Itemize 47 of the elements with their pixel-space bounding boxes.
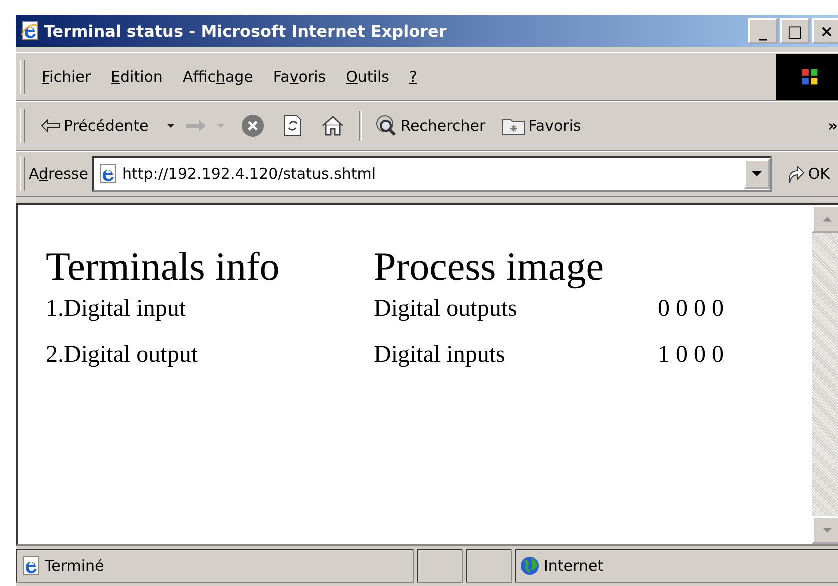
- windows-logo-icon: [776, 54, 838, 100]
- close-button[interactable]: ×: [812, 18, 838, 44]
- favorites-button[interactable]: Favoris: [498, 116, 590, 136]
- dropdown-caret-icon[interactable]: [166, 124, 175, 128]
- down-arrow-icon: [822, 528, 832, 532]
- terminal-item: 1.Digital input: [46, 296, 187, 324]
- menu-item[interactable]: Fichier: [33, 68, 102, 86]
- menu-item[interactable]: Outils: [337, 68, 400, 86]
- home-icon[interactable]: [320, 114, 345, 138]
- menu-item[interactable]: Affichage: [174, 68, 264, 86]
- window-title: Terminal status - Microsoft Internet Explorer: [44, 22, 448, 40]
- scrollbar[interactable]: [812, 205, 838, 544]
- search-button[interactable]: Rechercher: [370, 114, 494, 138]
- more-chevron[interactable]: »: [828, 117, 838, 135]
- back-button[interactable]: Précédente: [37, 117, 157, 135]
- zone-text: Internet: [544, 557, 604, 575]
- signal-value: 1 0 0 0: [658, 342, 724, 370]
- status-pane: [466, 549, 512, 583]
- status-text: Terminé: [45, 557, 104, 575]
- address-label: Adresse: [29, 165, 88, 183]
- scroll-up-button[interactable]: [812, 205, 838, 233]
- curved-arrow-icon: [786, 163, 806, 185]
- minimize-button[interactable]: _: [748, 18, 778, 44]
- stop-icon[interactable]: [240, 114, 265, 138]
- menu-item[interactable]: ?: [400, 68, 428, 86]
- scroll-down-button[interactable]: [812, 516, 838, 544]
- address-field[interactable]: http://192.192.4.120/status.shtml: [92, 156, 772, 192]
- go-button[interactable]: OK: [772, 163, 838, 185]
- maximize-button[interactable]: □: [780, 18, 810, 44]
- search-icon: [374, 114, 398, 138]
- browser-logo-icon: [20, 21, 40, 41]
- signal-value: 0 0 0 0: [658, 296, 724, 324]
- caret-icon: [752, 171, 762, 177]
- menu-item[interactable]: Edition: [102, 68, 174, 86]
- signal-name: Digital outputs: [374, 296, 518, 324]
- terminal-item: 2.Digital output: [46, 342, 199, 370]
- globe-icon: [520, 556, 540, 576]
- page-icon: [98, 164, 118, 184]
- menu-item[interactable]: Favoris: [264, 68, 338, 86]
- section-heading: Process image: [374, 243, 605, 290]
- up-arrow-icon: [822, 216, 832, 222]
- signal-name: Digital inputs: [374, 342, 506, 370]
- back-arrow-icon: [41, 119, 61, 133]
- section-heading: Terminals info: [46, 243, 281, 290]
- status-pane: [417, 549, 463, 583]
- page-icon: [21, 556, 41, 576]
- dropdown-button[interactable]: [744, 159, 770, 189]
